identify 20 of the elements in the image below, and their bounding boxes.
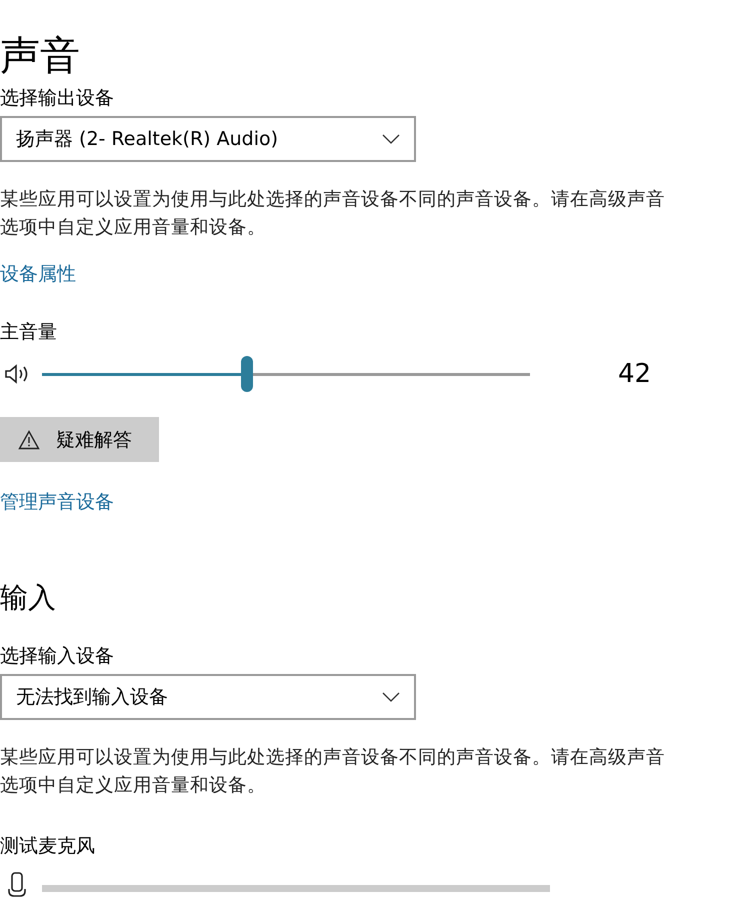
volume-value: 42 <box>618 359 652 389</box>
volume-label: 主音量 <box>0 320 58 344</box>
section-heading: 输入 <box>0 580 57 616</box>
manage-devices-link[interactable]: 管理声音设备 <box>0 490 114 514</box>
page-title: 声音 <box>0 32 81 80</box>
field-label: 选择输入设备 <box>0 644 115 668</box>
slider-thumb[interactable] <box>240 356 253 392</box>
description-text: 某些应用可以设置为使用与此处选择的声音设备不同的声音设备。请在高级声音选项中自定义应用音量和设备。 <box>0 746 666 798</box>
chevron-down-icon <box>382 134 400 144</box>
warning-icon <box>18 430 40 450</box>
volume-slider[interactable] <box>42 356 530 392</box>
chevron-down-icon <box>382 692 400 702</box>
output-device-dropdown[interactable]: 扬声器 (2- Realtek(R) Audio) <box>0 116 416 162</box>
mic-test-label: 测试麦克风 <box>0 834 96 858</box>
troubleshoot-button[interactable]: 疑难解答 <box>0 417 159 462</box>
description-text: 某些应用可以设置为使用与此处选择的声音设备不同的声音设备。请在高级声音选项中自定义应用音量和设备。 <box>0 188 666 240</box>
speaker-icon <box>4 364 30 384</box>
input-device-dropdown[interactable]: 无法找到输入设备 <box>0 674 416 720</box>
field-label: 选择输出设备 <box>0 86 115 110</box>
device-properties-link[interactable]: 设备属性 <box>0 262 76 286</box>
